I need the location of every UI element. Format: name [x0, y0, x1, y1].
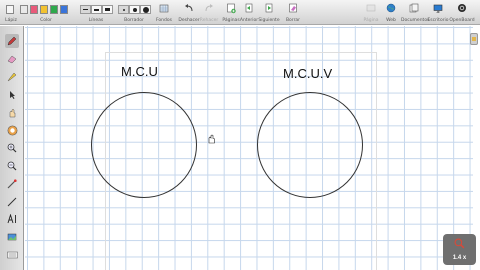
line-width-medium[interactable]: [91, 5, 102, 14]
left-circle[interactable]: [91, 92, 197, 198]
line-width-thick[interactable]: [102, 5, 113, 14]
marker-icon: [7, 72, 17, 82]
text-tool[interactable]: [5, 212, 19, 226]
text-icon: [7, 214, 16, 224]
right-circle[interactable]: [257, 92, 363, 198]
pen-group-label: Lápiz: [5, 18, 17, 23]
image-capture-icon: [7, 233, 17, 241]
redo-button[interactable]: Rehacer: [200, 2, 218, 23]
web-button[interactable]: Web: [382, 2, 400, 23]
backgrounds-label: Fondos: [156, 18, 172, 23]
openboard-label: OpenBoard: [449, 18, 475, 23]
image-capture-tool[interactable]: [5, 230, 19, 244]
line-width-label: Líneas: [88, 18, 104, 23]
zoom-in-tool[interactable]: [5, 141, 19, 155]
undo-icon: [185, 4, 193, 12]
right-panel-handle[interactable]: [470, 33, 478, 45]
eraser-size-large[interactable]: [140, 5, 151, 14]
line-width-thin[interactable]: [80, 5, 91, 14]
desktop-button[interactable]: Escritorio: [427, 2, 449, 23]
zoom-out-icon: [7, 161, 17, 171]
openboard-menu-button[interactable]: OpenBoard: [449, 2, 475, 23]
next-page-button[interactable]: Siguiente: [258, 2, 280, 23]
globe-icon: [386, 3, 396, 13]
capture-tool[interactable]: [5, 123, 19, 137]
documents-icon: [409, 3, 419, 13]
zoom-indicator[interactable]: 1.4 x: [443, 234, 476, 265]
redo-icon: [205, 4, 213, 12]
panel-grip-icon: [472, 37, 476, 41]
zoom-in-icon: [7, 143, 17, 153]
color-swatch-white[interactable]: [20, 5, 28, 14]
page-mode-icon: [366, 4, 376, 12]
eraser-size-small[interactable]: [118, 5, 129, 14]
eraser-icon: [7, 55, 17, 64]
erase-button[interactable]: Borrar: [284, 2, 302, 23]
zoom-out-tool[interactable]: [5, 159, 19, 173]
selector-tool[interactable]: [5, 88, 19, 102]
add-page-icon: [227, 3, 236, 14]
documents-button[interactable]: Documentos: [401, 2, 429, 23]
line-tool[interactable]: [5, 195, 19, 209]
label-mcuv: M.C.U.V: [283, 66, 333, 81]
backgrounds-button[interactable]: Fondos: [155, 2, 173, 23]
pen-tool[interactable]: [5, 34, 19, 48]
arrow-pointer-icon: [10, 91, 15, 99]
keyboard-icon: [6, 251, 18, 259]
backgrounds-icon: [159, 4, 169, 13]
line-width-group: Líneas: [80, 2, 113, 23]
zoom-magnifier-icon: [454, 238, 465, 249]
previous-page-icon: [245, 3, 253, 13]
color-group-label: Color: [40, 18, 52, 23]
color-swatch-pink[interactable]: [30, 5, 38, 14]
eraser-size-group: Borrador: [118, 2, 151, 23]
capture-icon: [7, 125, 17, 135]
label-mcu: M.C.U: [121, 64, 158, 79]
next-page-icon: [265, 3, 273, 13]
color-swatch-blue[interactable]: [60, 5, 68, 14]
laser-pointer-icon: [7, 179, 17, 189]
pen-icon: [7, 36, 17, 46]
tool-dock: [0, 26, 24, 270]
laser-pointer-tool[interactable]: [5, 177, 19, 191]
eraser-size-label: Borrador: [124, 18, 144, 23]
documents-label: Documentos: [401, 18, 430, 23]
next-page-label: Siguiente: [258, 18, 280, 23]
eraser-tool[interactable]: [5, 52, 19, 66]
keyboard-tool[interactable]: [5, 248, 19, 262]
erase-page-icon: [289, 3, 297, 13]
desktop-icon: [433, 4, 443, 13]
pen-width-thin[interactable]: [6, 5, 14, 14]
hand-pointer-icon: [9, 108, 16, 118]
color-swatch-green[interactable]: [50, 5, 58, 14]
marker-tool[interactable]: [5, 70, 19, 84]
zoom-level: 1.4 x: [452, 255, 467, 261]
hand-cursor-icon: [208, 134, 215, 144]
desktop-label: Escritorio: [427, 18, 449, 23]
line-icon: [7, 197, 17, 207]
erase-label: Borrar: [285, 18, 301, 23]
openboard-logo-icon: [458, 4, 466, 12]
play-tool[interactable]: [5, 106, 19, 120]
color-swatch-yellow[interactable]: [40, 5, 48, 14]
eraser-size-medium[interactable]: [129, 5, 140, 14]
color-group: Color: [20, 2, 72, 23]
top-toolbar: Lápiz Color Líneas Borrador Fondos Desha…: [0, 0, 480, 25]
pen-group: Lápiz: [4, 2, 18, 23]
